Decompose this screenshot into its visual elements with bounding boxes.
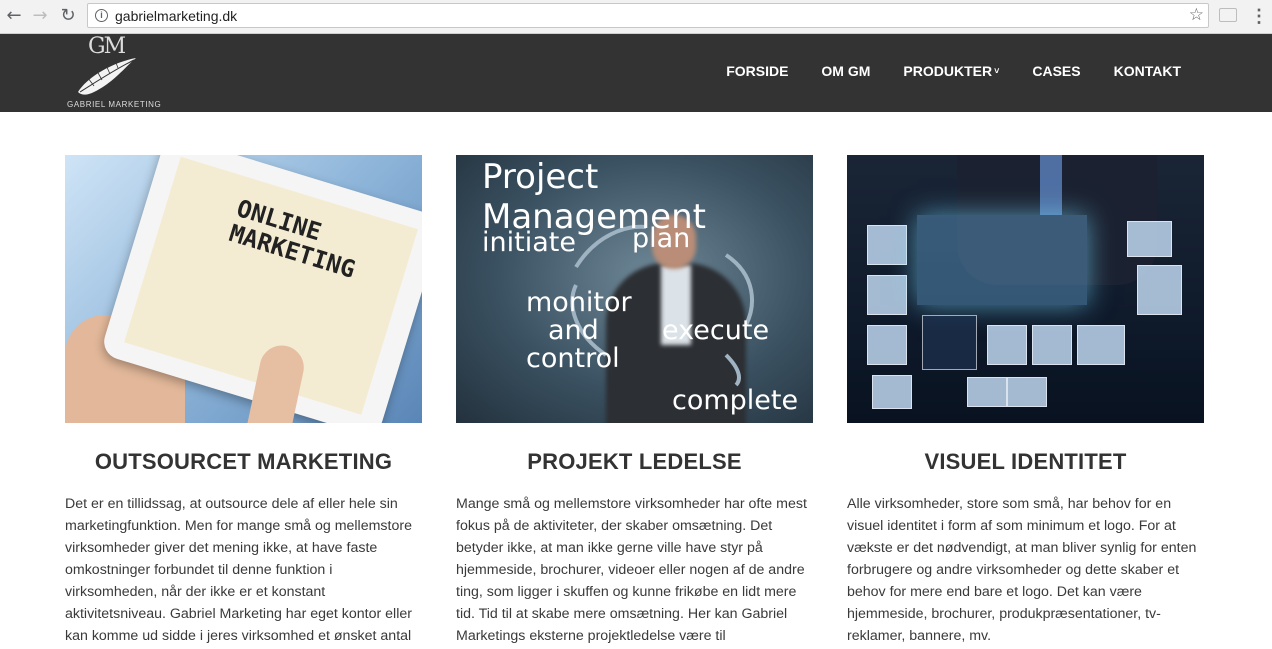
feather-icon: [78, 58, 136, 95]
chevron-down-icon: ˅: [994, 66, 1000, 76]
ui-tile: [867, 325, 907, 365]
reload-icon[interactable]: ↻: [57, 5, 79, 27]
ui-tile: [872, 375, 912, 409]
ui-tile: [1127, 221, 1172, 257]
service-projekt-ledelse: Project Management initiate plan monitor…: [456, 155, 813, 647]
nav-om-gm[interactable]: OM GM: [821, 63, 870, 79]
browser-toolbar: ← → ↻ i gabrielmarketing.dk ☆ ⋮: [0, 0, 1272, 34]
ui-tile: [1032, 325, 1072, 365]
service-description: Alle virksomheder, store som små, har be…: [847, 496, 1197, 644]
folder-icon[interactable]: [1219, 8, 1237, 22]
nav-cases[interactable]: CASES: [1032, 63, 1080, 79]
service-visuel-identitet: VISUEL IDENTITET Alle virksomheder, stor…: [847, 155, 1204, 647]
main-navigation: FORSIDE OM GM PRODUKTER ˅ CASES KONTAKT: [693, 63, 1181, 79]
nav-forside[interactable]: FORSIDE: [726, 63, 788, 79]
ui-tile: [867, 225, 907, 265]
word-initiate: initiate: [482, 227, 576, 258]
service-description: Mange små og mellemstore virksomheder ha…: [456, 496, 807, 644]
word-plan: plan: [632, 223, 691, 254]
forward-arrow-icon[interactable]: →: [29, 5, 51, 27]
back-arrow-icon[interactable]: ←: [3, 5, 25, 27]
project-management-image: Project Management initiate plan monitor…: [456, 155, 813, 423]
info-icon[interactable]: i: [95, 9, 108, 22]
nav-produkter[interactable]: PRODUKTER ˅: [903, 63, 999, 79]
ui-tile: [987, 325, 1027, 365]
logo-text: GABRIEL MARKETING: [67, 100, 162, 109]
nav-produkter-label: PRODUKTER: [903, 63, 993, 79]
online-marketing-image: ONLINE MARKETING: [65, 155, 422, 423]
site-header: GM GABRIEL MARKETING FORSIDE OM GM PRODU…: [0, 34, 1272, 112]
bookmark-star-icon[interactable]: ☆: [1189, 5, 1204, 25]
word-complete: complete: [672, 385, 799, 416]
word-control: control: [526, 343, 620, 374]
address-bar[interactable]: i gabrielmarketing.dk ☆: [87, 3, 1209, 28]
tie-shape: [1040, 155, 1062, 215]
nav-kontakt[interactable]: KONTAKT: [1114, 63, 1181, 79]
ui-tile: [1007, 377, 1047, 407]
visual-identity-image: [847, 155, 1204, 423]
kebab-menu-icon[interactable]: ⋮: [1250, 6, 1268, 26]
ui-tile: [922, 315, 977, 370]
site-logo[interactable]: GM GABRIEL MARKETING: [64, 34, 161, 112]
service-description: Det er en tillidssag, at outsource dele …: [65, 496, 412, 644]
service-title: OUTSOURCET MARKETING: [94, 449, 393, 474]
ui-tile: [1077, 325, 1125, 365]
chart-glow: [917, 215, 1087, 305]
word-execute: execute: [662, 315, 770, 346]
service-title: PROJEKT LEDELSE: [527, 449, 742, 474]
ui-tile: [967, 377, 1007, 407]
service-outsourcet-marketing: ONLINE MARKETING OUTSOURCET MARKETING De…: [65, 155, 422, 647]
word-monitor: monitor: [526, 287, 632, 318]
url-text[interactable]: gabrielmarketing.dk: [115, 8, 237, 24]
ui-tile: [867, 275, 907, 315]
ui-tile: [1137, 265, 1182, 315]
word-and: and: [548, 315, 599, 346]
service-title: VISUEL IDENTITET: [924, 449, 1127, 474]
